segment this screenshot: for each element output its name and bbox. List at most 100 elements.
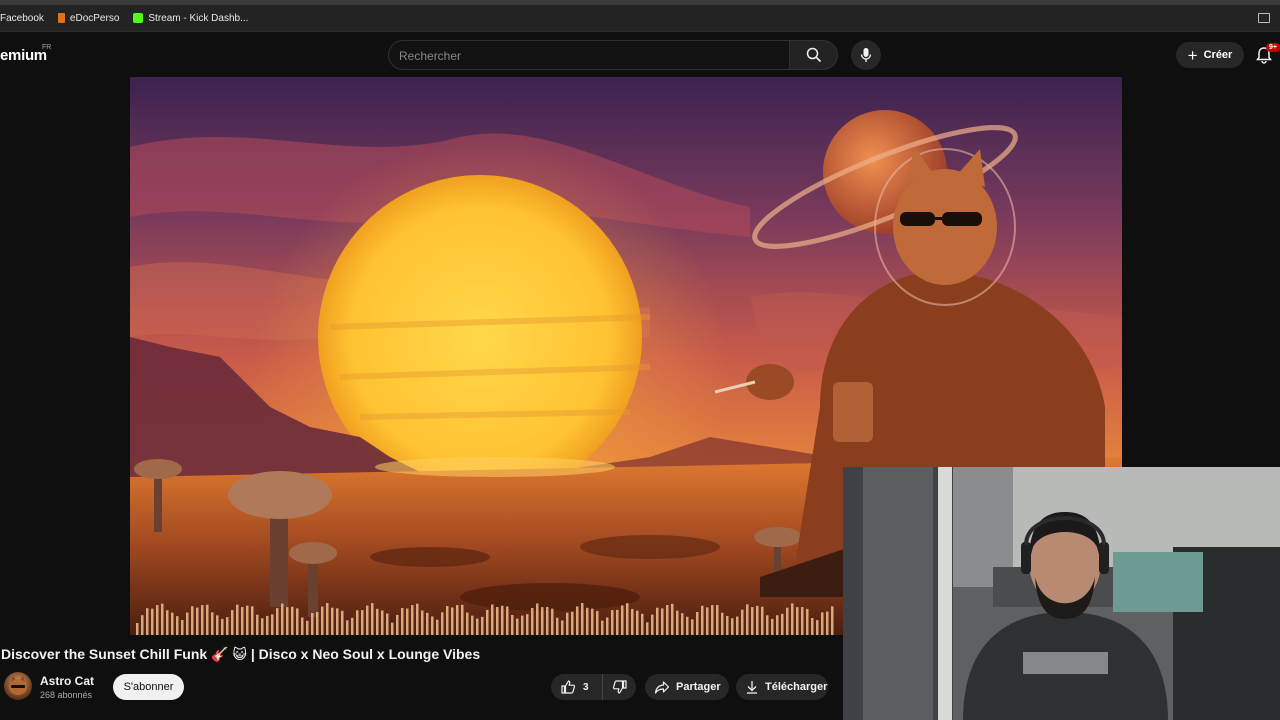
visualizer-bar — [806, 608, 809, 635]
visualizer-bar — [351, 617, 354, 635]
visualizer-bar — [141, 615, 144, 635]
visualizer-bar — [356, 610, 359, 635]
visualizer-bar — [481, 616, 484, 635]
channel-name[interactable]: Astro Cat — [40, 674, 94, 688]
visualizer-bar — [346, 620, 349, 635]
visualizer-bar — [521, 615, 524, 635]
visualizer-bar — [696, 611, 699, 635]
visualizer-bar — [671, 603, 674, 635]
visualizer-bar — [231, 610, 234, 635]
visualizer-bar — [411, 605, 414, 635]
visualizer-bar — [391, 622, 394, 635]
visualizer-bar — [686, 616, 689, 635]
visualizer-bar — [221, 618, 224, 635]
dislike-button[interactable] — [603, 674, 636, 700]
visualizer-bar — [266, 615, 269, 635]
visualizer-bar — [321, 606, 324, 635]
webcam-overlay — [843, 467, 1280, 720]
visualizer-bar — [436, 619, 439, 635]
visualizer-bar — [786, 607, 789, 635]
thumbs-down-icon — [612, 680, 627, 694]
visualizer-bar — [541, 607, 544, 635]
youtube-logo[interactable]: emium — [0, 47, 47, 64]
visualizer-bar — [406, 608, 409, 635]
visualizer-bar — [156, 605, 159, 635]
visualizer-bar — [566, 612, 569, 635]
download-label: Télécharger — [765, 681, 828, 693]
visualizer-bar — [796, 607, 799, 635]
visualizer-bar — [646, 622, 649, 635]
visualizer-bar — [716, 605, 719, 635]
visualizer-bar — [336, 608, 339, 635]
visualizer-bar — [586, 607, 589, 635]
visualizer-bar — [366, 605, 369, 635]
bookmarks-bar: Facebook eDocPerso Stream - Kick Dashb..… — [0, 5, 1280, 32]
visualizer-bar — [766, 615, 769, 635]
visualizer-bar — [251, 606, 254, 635]
visualizer-bar — [611, 610, 614, 635]
bookmark-label: Facebook — [0, 12, 44, 24]
visualizer-bar — [191, 606, 194, 635]
bookmark-edocperso[interactable]: eDocPerso — [57, 12, 120, 24]
search-icon — [806, 47, 821, 63]
search-input[interactable] — [399, 47, 769, 65]
search-button[interactable] — [790, 40, 838, 70]
visualizer-bar — [306, 620, 309, 635]
bookmark-label: eDocPerso — [69, 12, 120, 24]
voice-search-button[interactable] — [851, 40, 881, 70]
visualizer-bar — [571, 611, 574, 635]
subscribe-button[interactable]: S'abonner — [113, 674, 184, 700]
visualizer-bar — [401, 607, 404, 635]
visualizer-bar — [706, 607, 709, 635]
subscriber-count: 268 abonnés — [40, 690, 93, 700]
visualizer-bar — [731, 618, 734, 635]
thumbs-up-icon — [561, 680, 576, 694]
create-label: Créer — [1203, 49, 1233, 61]
visualizer-bar — [606, 617, 609, 635]
visualizer-bar — [276, 608, 279, 635]
visualizer-bar — [166, 610, 169, 635]
visualizer-bar — [576, 606, 579, 635]
like-button[interactable]: 3 — [551, 674, 603, 700]
visualizer-bar — [236, 604, 239, 635]
visualizer-bar — [536, 603, 539, 635]
visualizer-bar — [631, 608, 634, 635]
folder-icon[interactable] — [1258, 13, 1270, 23]
visualizer-bar — [146, 608, 149, 635]
cat-avatar-icon — [9, 676, 27, 695]
visualizer-bar — [201, 605, 204, 635]
visualizer-bar — [286, 607, 289, 635]
visualizer-bar — [226, 617, 229, 635]
visualizer-bar — [741, 609, 744, 635]
create-button[interactable]: + Créer — [1176, 42, 1244, 68]
visualizer-bar — [311, 613, 314, 635]
visualizer-bar — [801, 607, 804, 635]
video-title: Discover the Sunset Chill Funk 🎸 😺 | Dis… — [1, 646, 481, 662]
visualizer-bar — [826, 611, 829, 635]
visualizer-bar — [476, 618, 479, 635]
visualizer-bar — [246, 605, 249, 635]
visualizer-bar — [546, 606, 549, 635]
visualizer-bar — [641, 613, 644, 635]
visualizer-bar — [821, 612, 824, 635]
visualizer-bar — [626, 603, 629, 635]
visualizer-bar — [256, 614, 259, 635]
visualizer-bar — [431, 616, 434, 635]
visualizer-bar — [171, 612, 174, 635]
visualizer-bar — [781, 613, 784, 635]
visualizer-bar — [651, 614, 654, 635]
bookmark-facebook[interactable]: Facebook — [0, 13, 44, 24]
visualizer-bar — [181, 620, 184, 635]
share-label: Partager — [676, 681, 721, 693]
visualizer-bar — [466, 612, 469, 635]
visualizer-bar — [186, 612, 189, 635]
visualizer-bar — [761, 606, 764, 635]
visualizer-bar — [291, 606, 294, 635]
download-button[interactable]: Télécharger — [736, 674, 828, 700]
channel-avatar[interactable] — [4, 672, 32, 700]
share-button[interactable]: Partager — [645, 674, 729, 700]
notification-badge: 9+ — [1266, 43, 1280, 52]
visualizer-bar — [601, 620, 604, 635]
visualizer-bar — [361, 610, 364, 635]
bookmark-kick[interactable]: Stream - Kick Dashb... — [133, 13, 248, 24]
